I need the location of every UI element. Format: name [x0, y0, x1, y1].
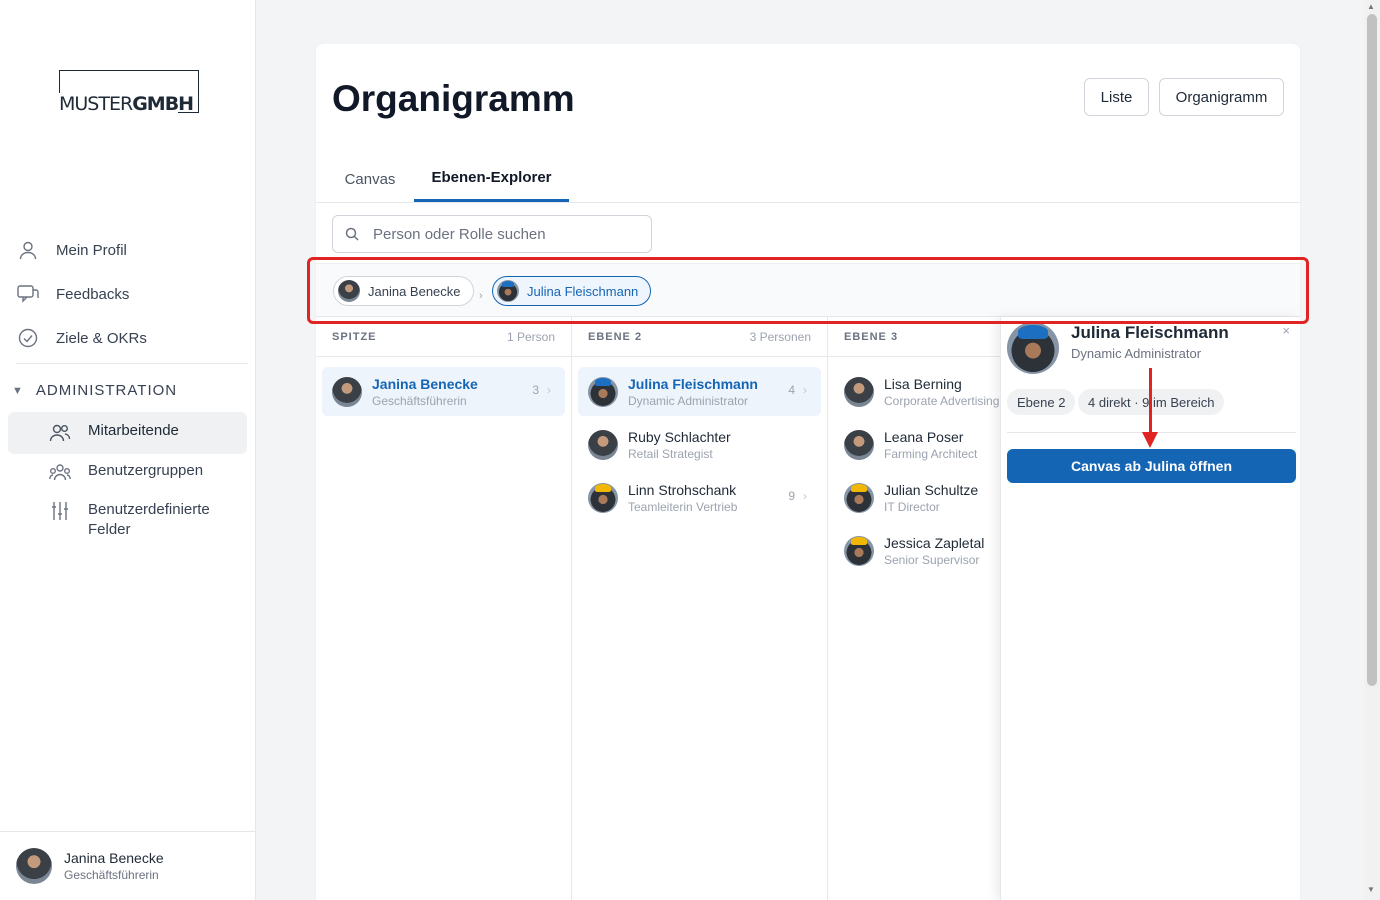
annotation-arrow-shaft — [1149, 368, 1152, 436]
person-name: Leana Poser — [884, 428, 964, 445]
tab-bar: Canvas Ebenen-Explorer — [316, 156, 1300, 203]
sidebar-item-feedbacks[interactable]: Feedbacks — [16, 276, 248, 312]
company-logo[interactable]: MUSTERGMBH — [59, 70, 199, 115]
person-name: Linn Strohschank — [628, 481, 737, 498]
person-name: Ruby Schlachter — [628, 428, 731, 445]
detail-role: Dynamic Administrator — [1071, 346, 1202, 361]
chevron-right-icon: › — [803, 489, 807, 503]
avatar — [16, 848, 52, 884]
sidebar-item-ziele-okrs[interactable]: Ziele & OKRs — [16, 320, 248, 356]
avatar — [844, 482, 874, 513]
column-label: EBENE 3 — [844, 330, 899, 343]
person-row-janina-benecke[interactable]: Janina Benecke Geschäftsführerin 3 › — [322, 367, 565, 416]
person-name: Lisa Berning — [884, 375, 962, 392]
avatar — [1007, 322, 1059, 374]
column-label: EBENE 2 — [588, 330, 643, 343]
person-role: Senior Supervisor — [884, 552, 980, 567]
current-user-role: Geschäftsführerin — [64, 868, 159, 882]
report-count: 3 — [532, 383, 539, 397]
column-label: SPITZE — [332, 330, 377, 343]
sidebar-item-label: Benutzerdefinierte Felder — [88, 501, 210, 538]
avatar — [844, 535, 874, 566]
tab-canvas[interactable]: Canvas — [332, 156, 408, 202]
sidebar-divider — [16, 363, 248, 364]
person-role: Teamleiterin Vertrieb — [628, 499, 738, 514]
sidebar-item-mein-profil[interactable]: Mein Profil — [16, 232, 248, 268]
groups-icon — [48, 462, 72, 484]
annotation-arrow-head — [1142, 432, 1158, 448]
sidebar-item-benutzergruppen[interactable]: Benutzergruppen — [8, 452, 247, 494]
open-canvas-button[interactable]: Canvas ab Julina öffnen — [1007, 449, 1296, 483]
search-input[interactable]: Person oder Rolle suchen — [332, 215, 652, 253]
sidebar-item-benutzerdefinierte-felder[interactable]: Benutzerdefinierte Felder — [8, 490, 247, 550]
search-placeholder: Person oder Rolle suchen — [373, 225, 546, 243]
person-role: IT Director — [884, 499, 940, 514]
sidebar-item-label: Ziele & OKRs — [56, 329, 147, 347]
avatar — [588, 482, 618, 513]
person-role: Retail Strategist — [628, 446, 713, 461]
scrollbar-thumb[interactable] — [1367, 14, 1377, 686]
person-row-julina-fleischmann[interactable]: Julina Fleischmann Dynamic Administrator… — [578, 367, 821, 416]
chevron-right-icon: › — [803, 383, 807, 397]
page-title: Organigramm — [332, 78, 575, 119]
sidebar-item-mitarbeitende[interactable]: Mitarbeitende — [8, 412, 247, 454]
sidebar-item-label: Mitarbeitende — [88, 422, 179, 439]
column-count: 1 Person — [506, 329, 555, 344]
caret-down-icon: ▼ — [12, 384, 24, 397]
column-spitze: SPITZE 1 Person Janina Benecke Geschäfts… — [316, 317, 572, 900]
column-ebene-2: EBENE 2 3 Personen Julina Fleischmann Dy… — [572, 317, 828, 900]
sidebar-item-label: Feedbacks — [56, 285, 130, 303]
person-role: Dynamic Administrator — [628, 393, 749, 408]
current-user[interactable]: Janina Benecke Geschäftsführerin — [0, 831, 256, 900]
user-icon — [16, 238, 40, 262]
chevron-right-icon: › — [547, 383, 551, 397]
person-role: Geschäftsführerin — [372, 393, 467, 408]
current-user-name: Janina Benecke — [64, 850, 164, 866]
scroll-up-arrow-icon[interactable]: ▲ — [1367, 2, 1375, 11]
admin-section-toggle[interactable]: ▼ ADMINISTRATION — [12, 382, 177, 399]
orgchart-view-button[interactable]: Organigramm — [1159, 78, 1284, 116]
person-role: Corporate Advertising — [884, 393, 1000, 408]
person-row-ruby-schlachter[interactable]: Ruby Schlachter Retail Strategist — [578, 420, 821, 469]
avatar — [844, 376, 874, 407]
main-card: Organigramm Liste Organigramm Canvas Ebe… — [316, 44, 1300, 900]
sliders-icon — [48, 500, 72, 522]
person-name: Janina Benecke — [372, 375, 478, 392]
sidebar-item-label: Mein Profil — [56, 241, 127, 259]
person-role: Farming Architect — [884, 446, 978, 461]
annotation-highlight-box — [307, 257, 1309, 324]
sidebar-item-label: Benutzergruppen — [88, 462, 204, 479]
avatar — [844, 429, 874, 460]
tab-ebenen-explorer[interactable]: Ebenen-Explorer — [414, 156, 569, 202]
search-icon — [345, 227, 359, 241]
logo-text-light: MUSTER — [59, 93, 133, 115]
person-name: Julina Fleischmann — [628, 375, 758, 392]
report-count: 4 — [788, 383, 795, 397]
chat-icon — [16, 282, 40, 306]
avatar — [588, 429, 618, 460]
person-row-linn-strohschank[interactable]: Linn Strohschank Teamleiterin Vertrieb 9… — [578, 473, 821, 522]
close-icon[interactable]: × — [1282, 323, 1290, 338]
person-name: Julian Schultze — [884, 481, 979, 498]
avatar — [332, 376, 362, 407]
detail-name: Julina Fleischmann — [1071, 323, 1229, 342]
users-icon — [48, 422, 72, 444]
scroll-down-arrow-icon[interactable]: ▼ — [1367, 885, 1375, 894]
level-badge: Ebene 2 — [1007, 389, 1076, 415]
admin-section-label: ADMINISTRATION — [35, 382, 178, 399]
list-view-button[interactable]: Liste — [1084, 78, 1149, 116]
report-count: 9 — [788, 489, 795, 503]
person-name: Jessica Zapletal — [884, 534, 985, 551]
avatar — [588, 376, 618, 407]
column-count: 3 Personen — [749, 329, 811, 344]
sidebar: MUSTERGMBH Mein Profil Feedbacks Ziele &… — [0, 0, 256, 900]
check-circle-icon — [16, 326, 40, 350]
